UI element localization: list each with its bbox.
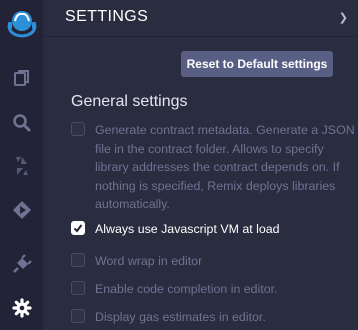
reset-default-settings-button[interactable]: Reset to Default settings <box>181 51 333 77</box>
word-wrap-label: Word wrap in editor <box>95 254 203 268</box>
gas-estimates-checkbox[interactable] <box>71 309 85 323</box>
code-completion-checkbox[interactable] <box>71 281 85 295</box>
file-explorer-icon[interactable] <box>0 63 43 93</box>
settings-panel: SETTINGS ❯ Reset to Default settings Gen… <box>43 0 358 330</box>
page-title: SETTINGS <box>65 8 149 25</box>
general-settings-heading: General settings <box>71 93 188 110</box>
javascript-vm-checkbox[interactable] <box>71 221 85 235</box>
icon-sidebar <box>0 0 43 330</box>
solidity-compiler-icon[interactable] <box>0 151 43 181</box>
settings-gear-icon[interactable] <box>0 293 43 323</box>
javascript-vm-label: Always use Javascript VM at load <box>95 222 280 236</box>
word-wrap-checkbox[interactable] <box>71 253 85 267</box>
gas-estimates-label: Display gas estimates in editor. <box>95 310 266 324</box>
chevron-right-icon[interactable]: ❯ <box>339 11 348 24</box>
generate-metadata-checkbox[interactable] <box>71 122 85 136</box>
deploy-run-icon[interactable] <box>0 195 43 225</box>
panel-header: SETTINGS ❯ <box>43 0 358 37</box>
search-icon[interactable] <box>0 108 43 138</box>
checkmark-icon <box>73 224 83 233</box>
plugin-manager-icon[interactable] <box>0 249 43 279</box>
code-completion-label: Enable code completion in editor. <box>95 282 278 296</box>
remix-logo-icon[interactable] <box>0 6 43 42</box>
generate-metadata-label: Generate contract metadata. Generate a J… <box>95 123 355 212</box>
